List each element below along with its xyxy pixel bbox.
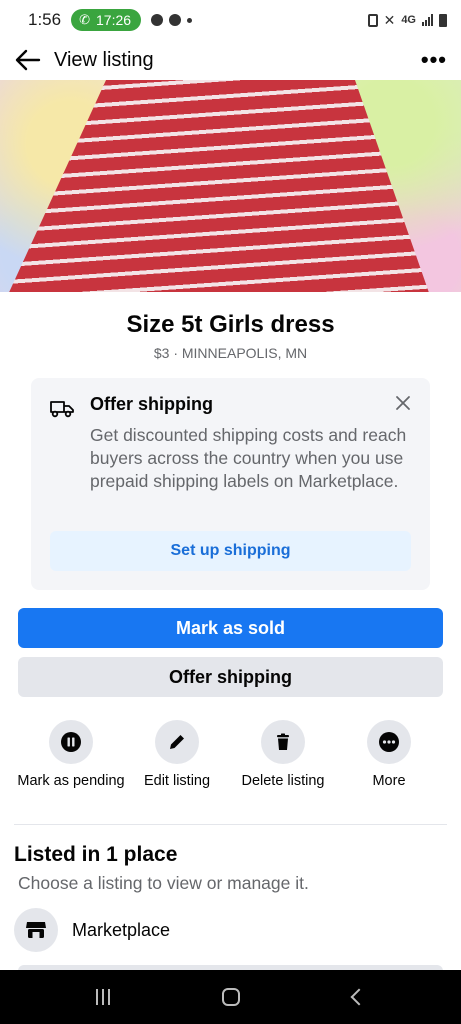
listing-title: Size 5t Girls dress	[126, 311, 335, 338]
system-status-icons: ✕ 4G	[367, 11, 447, 29]
action-label: Delete listing	[241, 773, 325, 789]
call-timer: 17:26	[96, 12, 132, 28]
edit-listing-action[interactable]: Edit listing	[122, 720, 232, 790]
home-icon[interactable]	[222, 988, 241, 1006]
network-type: 4G	[401, 14, 416, 26]
places-heading: Listed in 1 place	[14, 843, 178, 866]
mark-as-sold-button[interactable]: Mark as sold	[18, 608, 443, 648]
status-time: 1:56	[28, 10, 62, 29]
system-nav-bar	[0, 970, 461, 1024]
offer-shipping-card: Offer shipping Get discounted shipping c…	[31, 378, 430, 590]
action-label: More	[372, 773, 406, 789]
action-label: Mark as pending	[17, 773, 125, 789]
more-notifications-icon	[187, 17, 193, 23]
snapchat-notification-icon	[169, 14, 182, 26]
storefront-icon	[14, 908, 58, 952]
delete-listing-action[interactable]: Delete listing	[228, 720, 338, 790]
more-action[interactable]: More	[334, 720, 444, 790]
arrow-left-icon[interactable]	[14, 46, 42, 74]
set-up-shipping-button[interactable]: Set up shipping	[50, 531, 411, 571]
truck-icon	[49, 400, 75, 418]
sim-icon	[367, 13, 378, 27]
dress-image	[9, 80, 429, 292]
card-body: Get discounted shipping costs and reach …	[90, 425, 407, 491]
battery-icon	[439, 13, 447, 27]
places-subtitle: Choose a listing to view or manage it.	[18, 873, 309, 893]
listing-price-location: $3 · MINNEAPOLIS, MN	[153, 345, 308, 361]
trash-icon[interactable]	[261, 720, 305, 764]
signal-icon	[422, 14, 433, 26]
pause-icon[interactable]	[49, 720, 93, 764]
place-item-marketplace[interactable]: Marketplace	[14, 908, 447, 952]
mute-icon: ✕	[383, 11, 396, 28]
status-bar: 1:56 ✆ 17:26 ✕ 4G	[0, 0, 461, 40]
close-icon[interactable]	[394, 394, 412, 412]
listing-photo[interactable]	[0, 80, 461, 292]
back-icon[interactable]	[350, 988, 368, 1006]
page-title: View listing	[54, 48, 154, 71]
divider	[14, 824, 447, 825]
offer-shipping-button[interactable]: Offer shipping	[18, 657, 443, 697]
pencil-icon[interactable]	[155, 720, 199, 764]
action-label: Edit listing	[143, 773, 211, 789]
ongoing-call-pill[interactable]: ✆ 17:26	[71, 9, 142, 31]
phone-icon: ✆	[79, 12, 90, 27]
card-title: Offer shipping	[90, 394, 213, 414]
chat-notification-icon	[151, 14, 164, 26]
more-horizontal-icon[interactable]: •••	[421, 49, 447, 71]
more-horizontal-icon[interactable]	[367, 720, 411, 764]
recent-apps-icon[interactable]	[96, 989, 111, 1005]
notification-icons	[151, 14, 193, 26]
mark-as-pending-action[interactable]: Mark as pending	[16, 720, 126, 790]
top-app-bar: View listing •••	[0, 40, 461, 80]
place-label: Marketplace	[72, 919, 171, 940]
